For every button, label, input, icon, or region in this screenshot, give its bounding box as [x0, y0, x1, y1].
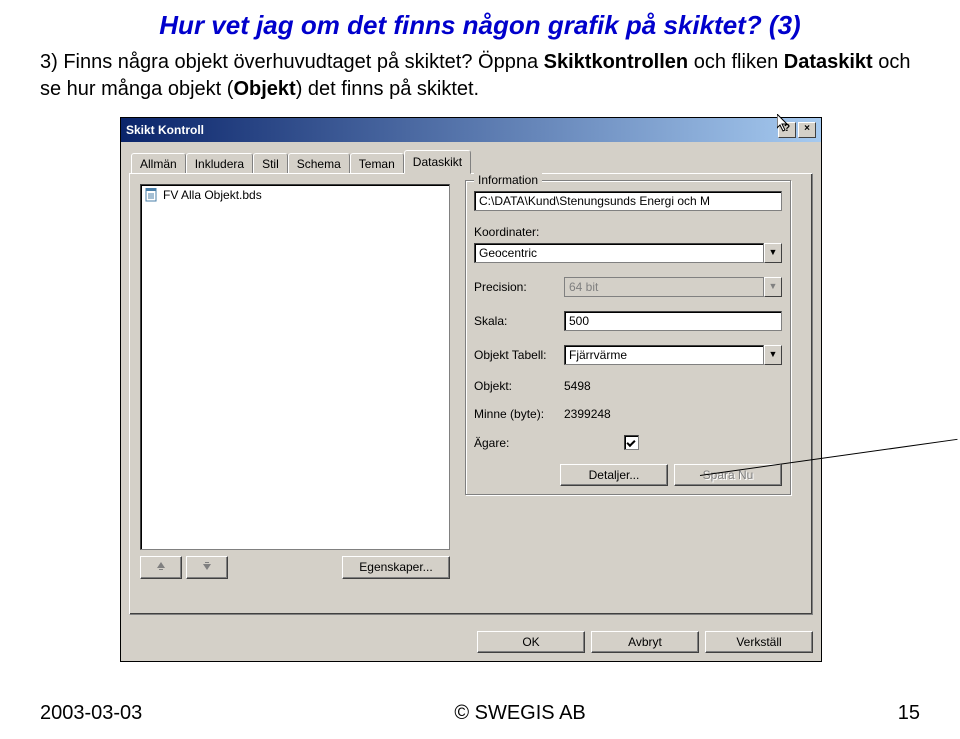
page-heading: Hur vet jag om det finns någon grafik på… — [0, 10, 960, 41]
skala-input[interactable]: 500 — [564, 311, 782, 331]
cursor-icon — [777, 114, 791, 134]
document-icon — [145, 188, 159, 202]
tab-stil[interactable]: Stil — [253, 153, 288, 175]
chevron-down-icon[interactable]: ▼ — [764, 243, 782, 263]
intro-bold-1: Skiktkontrollen — [544, 51, 688, 73]
groupbox-title: Information — [474, 173, 542, 187]
list-button-row: Egenskaper... — [140, 556, 450, 579]
details-button[interactable]: Detaljer... — [560, 464, 668, 486]
tab-teman[interactable]: Teman — [350, 153, 404, 175]
label-koordinater: Koordinater: — [474, 225, 564, 239]
tab-dataskikt[interactable]: Dataskikt — [404, 150, 471, 174]
intro-text-1: 3) Finns några objekt överhuvudtaget på … — [40, 51, 544, 73]
precision-select: 64 bit — [564, 277, 764, 297]
left-column: FV Alla Objekt.bds Egenskaper... — [140, 184, 450, 579]
titlebar-text: Skikt Kontroll — [126, 123, 776, 137]
properties-button[interactable]: Egenskaper... — [342, 556, 450, 579]
list-item-label: FV Alla Objekt.bds — [163, 188, 262, 202]
tab-schema[interactable]: Schema — [288, 153, 350, 175]
sort-desc-button[interactable] — [186, 556, 228, 579]
label-precision: Precision: — [474, 280, 564, 294]
intro-bold-3: Objekt — [233, 78, 295, 100]
row-agare: Ägare: — [474, 435, 782, 450]
path-field[interactable]: C:\DATA\Kund\Stenungsunds Energi och M — [474, 191, 782, 211]
sort-asc-icon — [155, 560, 167, 572]
dialog-button-row: OK Avbryt Verkställ — [121, 623, 821, 661]
list-item[interactable]: FV Alla Objekt.bds — [143, 187, 447, 203]
tabstrip: Allmän Inkludera Stil Schema Teman Datas… — [129, 150, 813, 174]
intro-bold-2: Dataskikt — [784, 51, 873, 73]
row-skala: Skala: 500 — [474, 311, 782, 331]
intro-text-2: och fliken — [688, 51, 784, 73]
intro-paragraph: 3) Finns några objekt överhuvudtaget på … — [40, 49, 920, 103]
cancel-button[interactable]: Avbryt — [591, 631, 699, 653]
footer-copyright: © SWEGIS AB — [454, 702, 585, 725]
row-objekt: Objekt: 5498 — [474, 379, 782, 393]
chevron-down-icon[interactable]: ▼ — [764, 345, 782, 365]
page-footer: 2003-03-03 © SWEGIS AB 15 — [0, 702, 960, 725]
sort-asc-button[interactable] — [140, 556, 182, 579]
koordinater-select[interactable]: Geocentric — [474, 243, 764, 263]
objekttabell-select[interactable]: Fjärrvärme — [564, 345, 764, 365]
label-minne: Minne (byte): — [474, 407, 564, 421]
save-now-button[interactable]: Spara Nu — [674, 464, 782, 486]
value-minne: 2399248 — [564, 407, 611, 421]
value-objekt: 5498 — [564, 379, 591, 393]
row-minne: Minne (byte): 2399248 — [474, 407, 782, 421]
sort-desc-icon — [201, 560, 213, 572]
intro-text-4: ) det finns på skiktet. — [296, 78, 479, 100]
close-button[interactable]: × — [798, 122, 816, 138]
row-koordinater: Koordinater: — [474, 225, 782, 239]
layer-listbox[interactable]: FV Alla Objekt.bds — [140, 184, 450, 550]
label-objekttabell: Objekt Tabell: — [474, 348, 564, 362]
ok-button[interactable]: OK — [477, 631, 585, 653]
row-precision: Precision: 64 bit ▼ — [474, 277, 782, 297]
label-agare: Ägare: — [474, 436, 564, 450]
chevron-down-icon: ▼ — [764, 277, 782, 297]
agare-checkbox[interactable] — [624, 435, 639, 450]
footer-page-number: 15 — [898, 702, 920, 725]
label-objekt: Objekt: — [474, 379, 564, 393]
skikt-kontroll-dialog: Skikt Kontroll ? × Allmän Inkludera Stil… — [120, 117, 822, 662]
information-groupbox: Information C:\DATA\Kund\Stenungsunds En… — [465, 180, 791, 495]
titlebar[interactable]: Skikt Kontroll ? × — [121, 118, 821, 142]
label-skala: Skala: — [474, 314, 564, 328]
footer-date: 2003-03-03 — [40, 702, 142, 725]
tab-allman[interactable]: Allmän — [131, 153, 186, 175]
apply-button[interactable]: Verkställ — [705, 631, 813, 653]
tabpanel-dataskikt: FV Alla Objekt.bds Egenskaper... Info — [129, 173, 813, 615]
tab-inkludera[interactable]: Inkludera — [186, 153, 253, 175]
row-objekttabell: Objekt Tabell: Fjärrvärme ▼ — [474, 345, 782, 365]
dialog-body: Allmän Inkludera Stil Schema Teman Datas… — [121, 142, 821, 623]
right-column: Information C:\DATA\Kund\Stenungsunds En… — [465, 180, 791, 495]
